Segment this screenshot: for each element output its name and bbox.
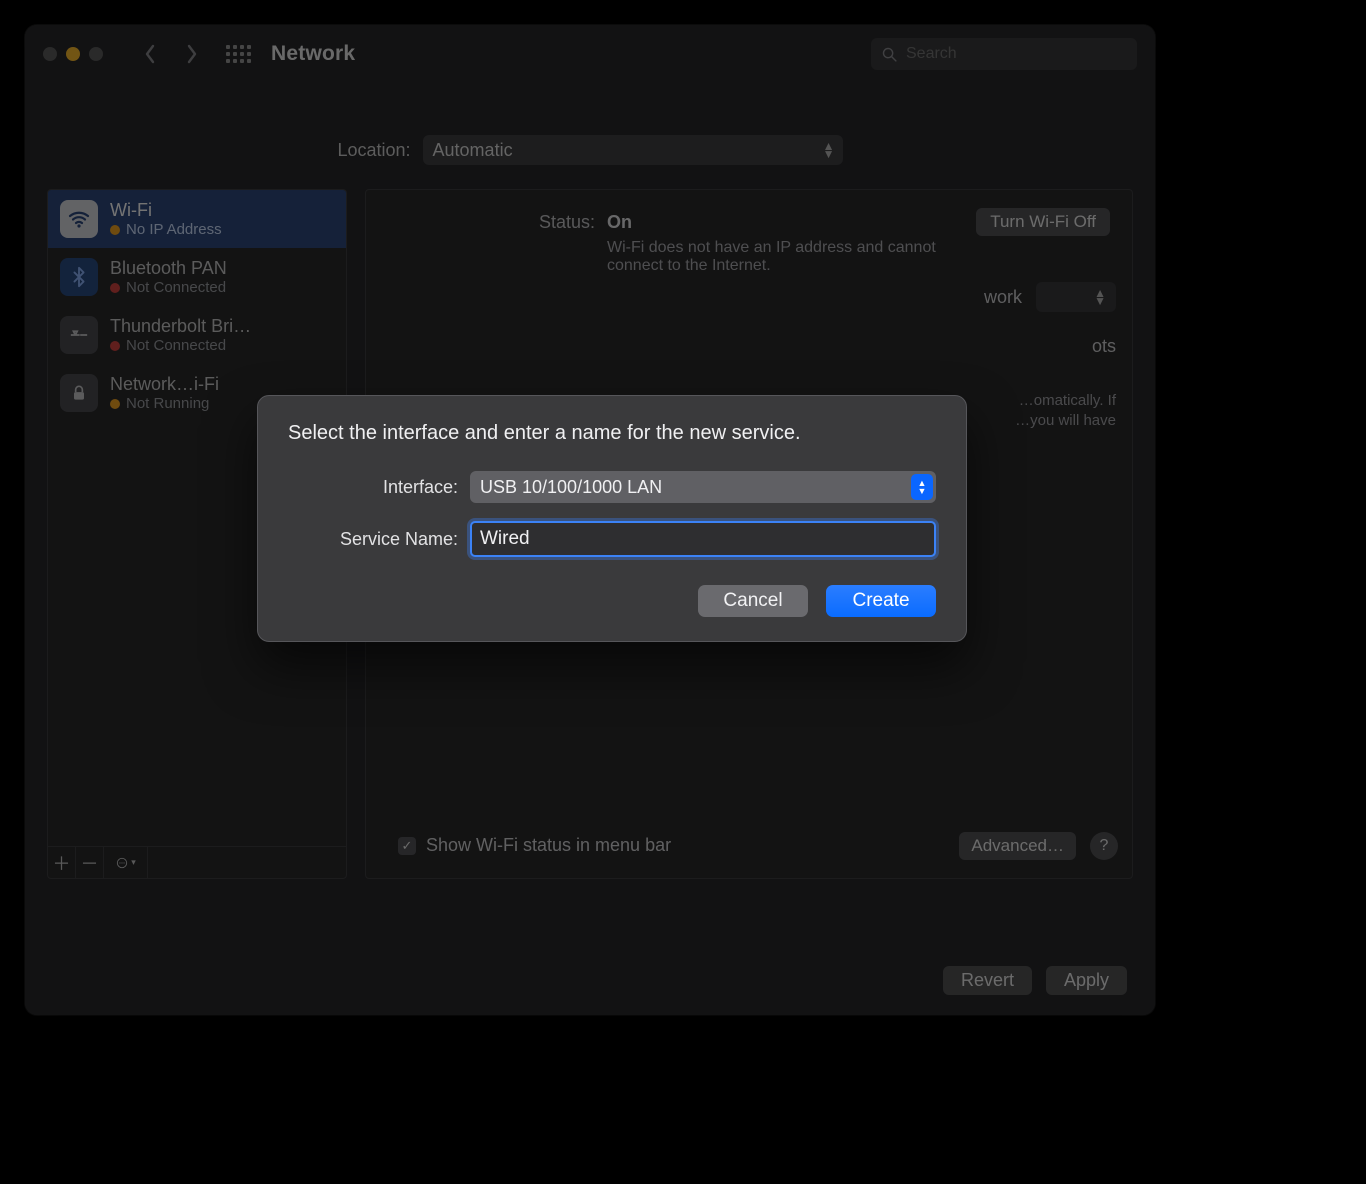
- search-input[interactable]: [906, 45, 1127, 63]
- show-all-button[interactable]: [223, 40, 253, 68]
- status-dot-icon: [110, 225, 120, 235]
- cancel-button[interactable]: Cancel: [698, 585, 808, 617]
- sidebar-item-title: Bluetooth PAN: [110, 258, 227, 279]
- auto-join-label-partial: ots: [1092, 336, 1116, 357]
- service-name-row: Service Name:: [288, 521, 936, 557]
- revert-button[interactable]: Revert: [943, 966, 1032, 995]
- network-name-label-partial: work: [984, 287, 1022, 308]
- sidebar-item-sub: Not Connected: [126, 337, 226, 354]
- sidebar-item-title: Thunderbolt Bri…: [110, 316, 251, 337]
- service-actions-menu[interactable]: ▾: [104, 847, 148, 878]
- status-dot-icon: [110, 283, 120, 293]
- chevron-updown-icon: ▲▼: [823, 142, 835, 158]
- sidebar-item-title: Network…i-Fi: [110, 374, 219, 395]
- location-row: Location: Automatic ▲▼: [25, 135, 1155, 165]
- ellipsis-chevron-icon: ▾: [115, 856, 136, 870]
- status-value: On: [607, 212, 987, 233]
- show-in-menubar-label: Show Wi-Fi status in menu bar: [426, 835, 671, 856]
- sidebar-item-title: Wi-Fi: [110, 200, 222, 221]
- sidebar-item-sub: Not Connected: [126, 279, 226, 296]
- status-dot-icon: [110, 399, 120, 409]
- forward-button[interactable]: [175, 40, 209, 68]
- service-name-label: Service Name:: [288, 529, 458, 550]
- sidebar-footer: ＋ － ▾: [48, 846, 346, 878]
- window-controls: [43, 47, 103, 61]
- new-service-sheet: Select the interface and enter a name fo…: [257, 395, 967, 642]
- sidebar-item-sub: Not Running: [126, 395, 209, 412]
- menubar-checkbox-row: ✓ Show Wi-Fi status in menu bar: [398, 835, 671, 856]
- chevron-updown-icon: ▲▼: [911, 474, 933, 500]
- sheet-buttons: Cancel Create: [288, 585, 936, 617]
- help-button[interactable]: ?: [1090, 832, 1118, 860]
- location-select[interactable]: Automatic ▲▼: [423, 135, 843, 165]
- location-value: Automatic: [433, 140, 513, 161]
- location-label: Location:: [337, 140, 410, 161]
- wifi-icon: [60, 200, 98, 238]
- remove-service-button[interactable]: －: [76, 847, 104, 878]
- search-field[interactable]: [871, 38, 1137, 70]
- status-label: Status:: [390, 212, 595, 233]
- show-in-menubar-checkbox[interactable]: ✓: [398, 837, 416, 855]
- zoom-window-button[interactable]: [89, 47, 103, 61]
- close-window-button[interactable]: [43, 47, 57, 61]
- minimize-window-button[interactable]: [66, 47, 80, 61]
- turn-wifi-off-button[interactable]: Turn Wi-Fi Off: [976, 208, 1110, 236]
- titlebar: Network: [25, 25, 1155, 83]
- network-name-select[interactable]: ▲▼: [1036, 282, 1116, 312]
- sidebar-item-bluetooth-pan[interactable]: Bluetooth PAN Not Connected: [48, 248, 346, 306]
- sidebar-item-thunderbolt[interactable]: Thunderbolt Bri… Not Connected: [48, 306, 346, 364]
- sheet-title: Select the interface and enter a name fo…: [288, 422, 936, 445]
- window-title: Network: [271, 42, 355, 66]
- chevron-left-icon: [144, 44, 156, 64]
- status-note: Wi-Fi does not have an IP address and ca…: [607, 239, 987, 275]
- lock-icon: [60, 374, 98, 412]
- back-button[interactable]: [133, 40, 167, 68]
- interface-row: Interface: USB 10/100/1000 LAN ▲▼: [288, 471, 936, 503]
- status-dot-icon: [110, 341, 120, 351]
- nav-arrows: [133, 40, 209, 68]
- service-name-input[interactable]: [470, 521, 936, 557]
- apply-button[interactable]: Apply: [1046, 966, 1127, 995]
- bluetooth-icon: [60, 258, 98, 296]
- chevron-right-icon: [186, 44, 198, 64]
- chevron-updown-icon: ▲▼: [1094, 289, 1106, 305]
- add-service-button[interactable]: ＋: [48, 847, 76, 878]
- sidebar-item-sub: No IP Address: [126, 221, 222, 238]
- search-icon: [881, 46, 898, 63]
- advanced-button[interactable]: Advanced…: [959, 832, 1076, 860]
- interface-value: USB 10/100/1000 LAN: [480, 477, 662, 498]
- grid-icon: [226, 45, 251, 63]
- sidebar-item-wifi[interactable]: Wi-Fi No IP Address: [48, 190, 346, 248]
- preferences-window: Network Location: Automatic ▲▼ Wi-Fi No …: [25, 25, 1155, 1015]
- create-button[interactable]: Create: [826, 585, 936, 617]
- interface-label: Interface:: [288, 477, 458, 498]
- thunderbolt-bridge-icon: [60, 316, 98, 354]
- window-footer: Revert Apply: [943, 966, 1127, 995]
- interface-select[interactable]: USB 10/100/1000 LAN ▲▼: [470, 471, 936, 503]
